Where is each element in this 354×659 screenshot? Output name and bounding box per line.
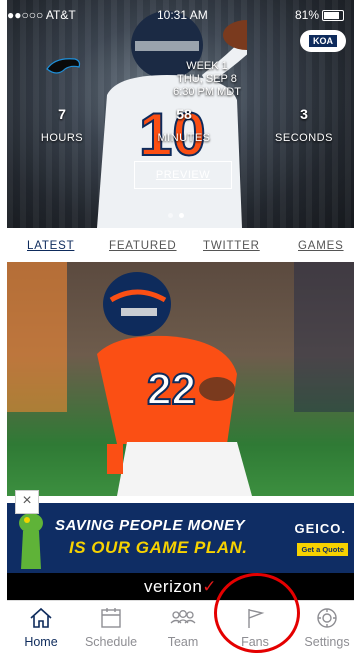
countdown-hours-unit: HOURS <box>40 132 84 144</box>
carousel-dot[interactable] <box>168 213 173 218</box>
tab-twitter[interactable]: TWITTER <box>203 240 260 252</box>
battery-indicator: 81% <box>295 8 344 22</box>
app-frame: 10 ●●○○○ AT&T 10:31 AM 81% KOA WEEK 1 TH… <box>7 0 354 659</box>
status-bar: ●●○○○ AT&T 10:31 AM 81% <box>7 8 354 24</box>
carrier-label: ●●○○○ AT&T <box>7 8 76 22</box>
team-icon <box>170 610 196 624</box>
geico-ad-banner[interactable]: SAVING PEOPLE MONEY IS OUR GAME PLAN. GE… <box>7 503 354 573</box>
tab-games[interactable]: GAMES <box>298 240 344 252</box>
nav-settings[interactable]: Settings <box>293 601 354 659</box>
countdown-minutes-value: 58 <box>176 106 192 122</box>
nav-team-label: Team <box>167 635 199 649</box>
countdown-hours: 7 HOURS <box>27 106 97 144</box>
battery-percent: 81% <box>294 8 319 22</box>
flag-icon <box>248 609 265 628</box>
content-tabs: LATEST FEATURED TWITTER GAMES <box>7 228 354 262</box>
nav-schedule[interactable]: Schedule <box>77 601 145 659</box>
game-time: 6:30 PM MDT <box>173 86 241 98</box>
clock-label: 10:31 AM <box>157 8 208 22</box>
verizon-check-icon: ✓ <box>202 577 218 596</box>
nav-team[interactable]: Team <box>149 601 217 659</box>
game-date: THU, SEP 8 <box>177 73 237 85</box>
nav-home[interactable]: Home <box>7 601 75 659</box>
home-icon <box>30 607 52 628</box>
geico-logo-text: GEICO. <box>294 521 346 536</box>
tab-featured[interactable]: FEATURED <box>109 240 177 252</box>
ad-headline: SAVING PEOPLE MONEY <box>55 517 246 534</box>
countdown-hours-value: 7 <box>58 106 66 122</box>
gecko-mascot-image <box>19 513 43 569</box>
news-story-image[interactable]: 22 <box>7 262 354 496</box>
carousel-dot-active[interactable] <box>179 213 184 218</box>
tab-latest[interactable]: LATEST <box>27 240 74 252</box>
ad-subheadline: IS OUR GAME PLAN. <box>69 538 248 557</box>
calendar-icon <box>101 608 121 628</box>
ad-get-quote-button[interactable]: Get a Quote <box>297 543 348 556</box>
verizon-logo-text: verizon <box>143 577 203 596</box>
running-back-image: 22 <box>97 272 252 496</box>
nav-fans-label: Fans <box>241 635 269 649</box>
preview-button[interactable]: PREVIEW <box>134 161 232 189</box>
background-player-left <box>7 262 67 412</box>
nav-fans[interactable]: Fans <box>221 601 289 659</box>
verizon-sponsor-bar[interactable]: verizon✓ <box>7 573 354 600</box>
carousel-dots[interactable] <box>165 205 187 223</box>
countdown-seconds-value: 3 <box>300 106 308 122</box>
countdown-minutes-unit: MINUTES <box>157 132 211 144</box>
countdown-minutes: 58 MINUTES <box>149 106 219 144</box>
hero-banner[interactable]: 10 ●●○○○ AT&T 10:31 AM 81% KOA WEEK 1 TH… <box>7 0 354 228</box>
battery-icon <box>322 10 344 22</box>
bottom-tab-bar: Home Schedule Team Fans Settings <box>7 600 354 659</box>
countdown-seconds-unit: SECONDS <box>275 132 333 144</box>
nav-settings-label: Settings <box>304 635 350 649</box>
ad-close-button[interactable]: × <box>15 490 39 514</box>
koa-badge-label: KOA <box>309 35 337 47</box>
news-jersey-number: 22 <box>147 365 196 414</box>
game-week: WEEK 1 <box>186 60 228 72</box>
koa-sponsor-badge[interactable]: KOA <box>300 30 346 52</box>
game-info: WEEK 1 THU, SEP 8 6:30 PM MDT <box>157 60 257 99</box>
background-player-right <box>294 262 354 412</box>
gear-icon <box>317 608 337 628</box>
nav-home-label: Home <box>24 635 58 649</box>
countdown-seconds: 3 SECONDS <box>269 106 339 144</box>
nav-schedule-label: Schedule <box>84 635 138 649</box>
